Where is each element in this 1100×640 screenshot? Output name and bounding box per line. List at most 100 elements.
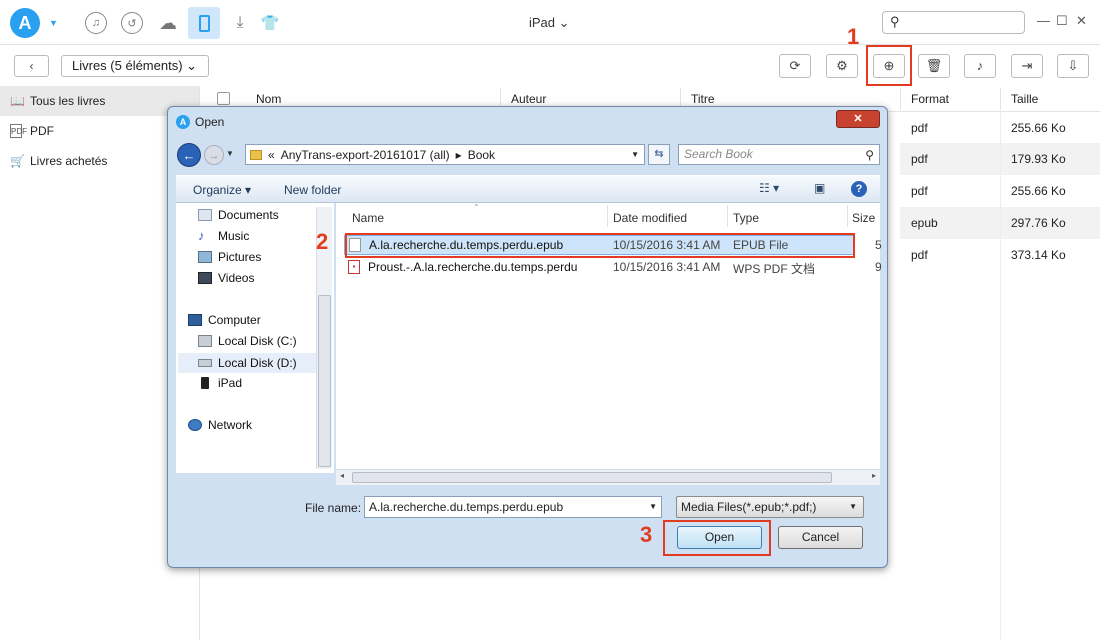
ipad-icon — [201, 377, 209, 389]
column-header-format[interactable]: Format — [911, 86, 949, 112]
cart-icon: 🛒 — [10, 154, 25, 168]
settings-button[interactable]: ⚙ — [826, 54, 858, 78]
sidebar-item-label: Livres achetés — [30, 154, 108, 168]
tshirt-icon[interactable]: 👕 — [257, 10, 283, 36]
chevron-down-icon[interactable]: ▼ — [649, 497, 657, 517]
nav-item-music[interactable]: ♪ Music — [198, 229, 249, 243]
nav-forward-button[interactable]: → — [204, 145, 224, 165]
app-title-bar: A ▼ ♫ ↺ ☁ ⤓ 👕 iPad ⌄ ⚲ — ☐ ✕ — [0, 0, 1100, 45]
dialog-title-bar: A Open — [176, 115, 224, 129]
gear-icon: ⚙ — [836, 58, 848, 73]
nav-item-network[interactable]: Network — [188, 418, 252, 432]
minimize-icon[interactable]: — — [1037, 13, 1050, 28]
organize-menu[interactable]: Organize ▾ — [193, 183, 251, 197]
new-folder-button[interactable]: New folder — [284, 183, 341, 197]
device-selector[interactable]: iPad ⌄ — [529, 15, 570, 31]
file-size: 9 — [875, 260, 882, 274]
highlight-box-add — [866, 45, 912, 86]
open-file-dialog: A Open ✕ ← → ▼ « AnyTrans-export-2016101… — [167, 106, 888, 568]
nav-item-ipad[interactable]: iPad — [198, 376, 242, 390]
nav-item-local-disk-c[interactable]: Local Disk (C:) — [198, 334, 297, 348]
close-icon[interactable]: ✕ — [1076, 13, 1087, 29]
column-header-date[interactable]: Date modified — [613, 211, 687, 225]
file-date: 10/15/2016 3:41 AM — [613, 260, 721, 274]
recent-locations-dropdown[interactable]: ▼ — [226, 149, 234, 158]
file-name-input[interactable]: A.la.recherche.du.temps.perdu.epub ▼ — [364, 496, 662, 518]
refresh-icon: ⟳ — [789, 58, 801, 73]
nav-item-computer[interactable]: Computer — [188, 313, 261, 327]
history-icon[interactable]: ↺ — [121, 12, 143, 34]
file-type-filter[interactable]: Media Files(*.epub;*.pdf;) ▼ — [676, 496, 864, 518]
back-button[interactable]: ‹ — [14, 55, 49, 77]
nav-item-videos[interactable]: Videos — [198, 271, 254, 285]
videos-icon — [198, 272, 212, 284]
computer-icon — [188, 314, 202, 326]
export-button[interactable]: ⇥ — [1011, 54, 1043, 78]
preview-pane-icon[interactable]: ▣ — [814, 181, 825, 195]
download-icon[interactable]: ⤓ — [227, 10, 253, 36]
folder-icon — [250, 149, 262, 160]
ipad-icon[interactable] — [188, 7, 220, 39]
size-cell: 297.76 Ko — [1011, 216, 1066, 230]
format-cell: epub — [911, 216, 938, 230]
itunes-button[interactable]: ♪ — [964, 54, 996, 78]
anytrans-logo[interactable]: A — [10, 8, 40, 38]
delete-button[interactable]: 🗑 — [918, 54, 950, 78]
file-type: WPS PDF 文档 — [733, 262, 816, 276]
documents-icon — [198, 209, 212, 221]
network-icon — [188, 419, 202, 431]
column-header-name[interactable]: Name — [352, 211, 384, 225]
file-size: 5 — [875, 238, 882, 252]
column-header-type[interactable]: Type — [733, 211, 759, 225]
file-pane-horizontal-scrollbar[interactable]: ◂ ▸ — [336, 469, 880, 485]
nav-item-pictures[interactable]: Pictures — [198, 250, 261, 264]
refresh-button[interactable]: ⟳ — [779, 54, 811, 78]
format-cell: pdf — [911, 152, 928, 166]
dialog-search-input[interactable]: Search Book ⚲ — [678, 144, 880, 165]
breadcrumb-folder[interactable]: AnyTrans-export-20161017 (all) — [281, 148, 450, 162]
sidebar-item-label: Tous les livres — [30, 94, 106, 108]
to-device-icon: ⇩ — [1067, 58, 1079, 73]
nav-back-button[interactable]: ← — [177, 143, 201, 167]
address-dropdown-icon[interactable]: ▼ — [631, 150, 639, 159]
select-all-checkbox[interactable] — [217, 92, 230, 105]
step-marker-2: 2 — [316, 229, 329, 254]
column-header-size[interactable]: Taille — [1011, 86, 1038, 112]
dialog-close-button[interactable]: ✕ — [836, 110, 880, 128]
export-icon: ⇥ — [1021, 58, 1033, 73]
pdf-file-icon: ▪ — [348, 260, 360, 274]
column-header-size[interactable]: Size — [852, 211, 875, 225]
trash-icon: 🗑 — [925, 58, 943, 73]
format-cell: pdf — [911, 248, 928, 262]
size-cell: 255.66 Ko — [1011, 121, 1066, 135]
cloud-icon[interactable]: ☁ — [155, 10, 181, 36]
close-icon: ✕ — [853, 113, 863, 125]
format-cell: pdf — [911, 184, 928, 198]
search-input[interactable]: ⚲ — [882, 11, 1025, 34]
nav-item-local-disk-d[interactable]: Local Disk (D:) — [178, 353, 316, 373]
file-name: Proust.-.A.la.recherche.du.temps.perdu — [368, 260, 578, 274]
to-device-button[interactable]: ⇩ — [1057, 54, 1089, 78]
dialog-refresh-button[interactable]: ⇆ — [648, 144, 670, 165]
step-marker-3: 3 — [640, 522, 653, 547]
search-icon: ⚲ — [865, 148, 874, 162]
breadcrumb-folder[interactable]: Book — [468, 148, 495, 162]
category-dropdown[interactable]: Livres (5 éléments) ⌄ — [61, 55, 209, 77]
maximize-icon[interactable]: ☐ — [1056, 13, 1068, 29]
size-cell: 373.14 Ko — [1011, 248, 1066, 262]
arrow-left-icon: ← — [182, 148, 196, 163]
nav-item-documents[interactable]: Documents — [198, 208, 279, 222]
chevron-down-icon: ▼ — [849, 502, 857, 511]
sidebar-item-label: PDF — [30, 124, 54, 138]
dialog-command-bar: Organize ▾ New folder ☷ ▾ ▣ ? — [176, 175, 880, 203]
music-icon[interactable]: ♫ — [85, 12, 107, 34]
disk-icon — [198, 359, 212, 367]
cancel-button[interactable]: Cancel — [778, 526, 863, 549]
pdf-icon: PDF — [10, 124, 27, 138]
music-icon: ♪ — [198, 228, 205, 243]
help-icon[interactable]: ? — [851, 181, 867, 197]
view-options-icon[interactable]: ☷ ▾ — [759, 181, 779, 195]
logo-dropdown-icon[interactable]: ▼ — [49, 18, 58, 28]
address-bar[interactable]: « AnyTrans-export-20161017 (all) ▸ Book … — [245, 144, 645, 165]
pictures-icon — [198, 251, 212, 263]
